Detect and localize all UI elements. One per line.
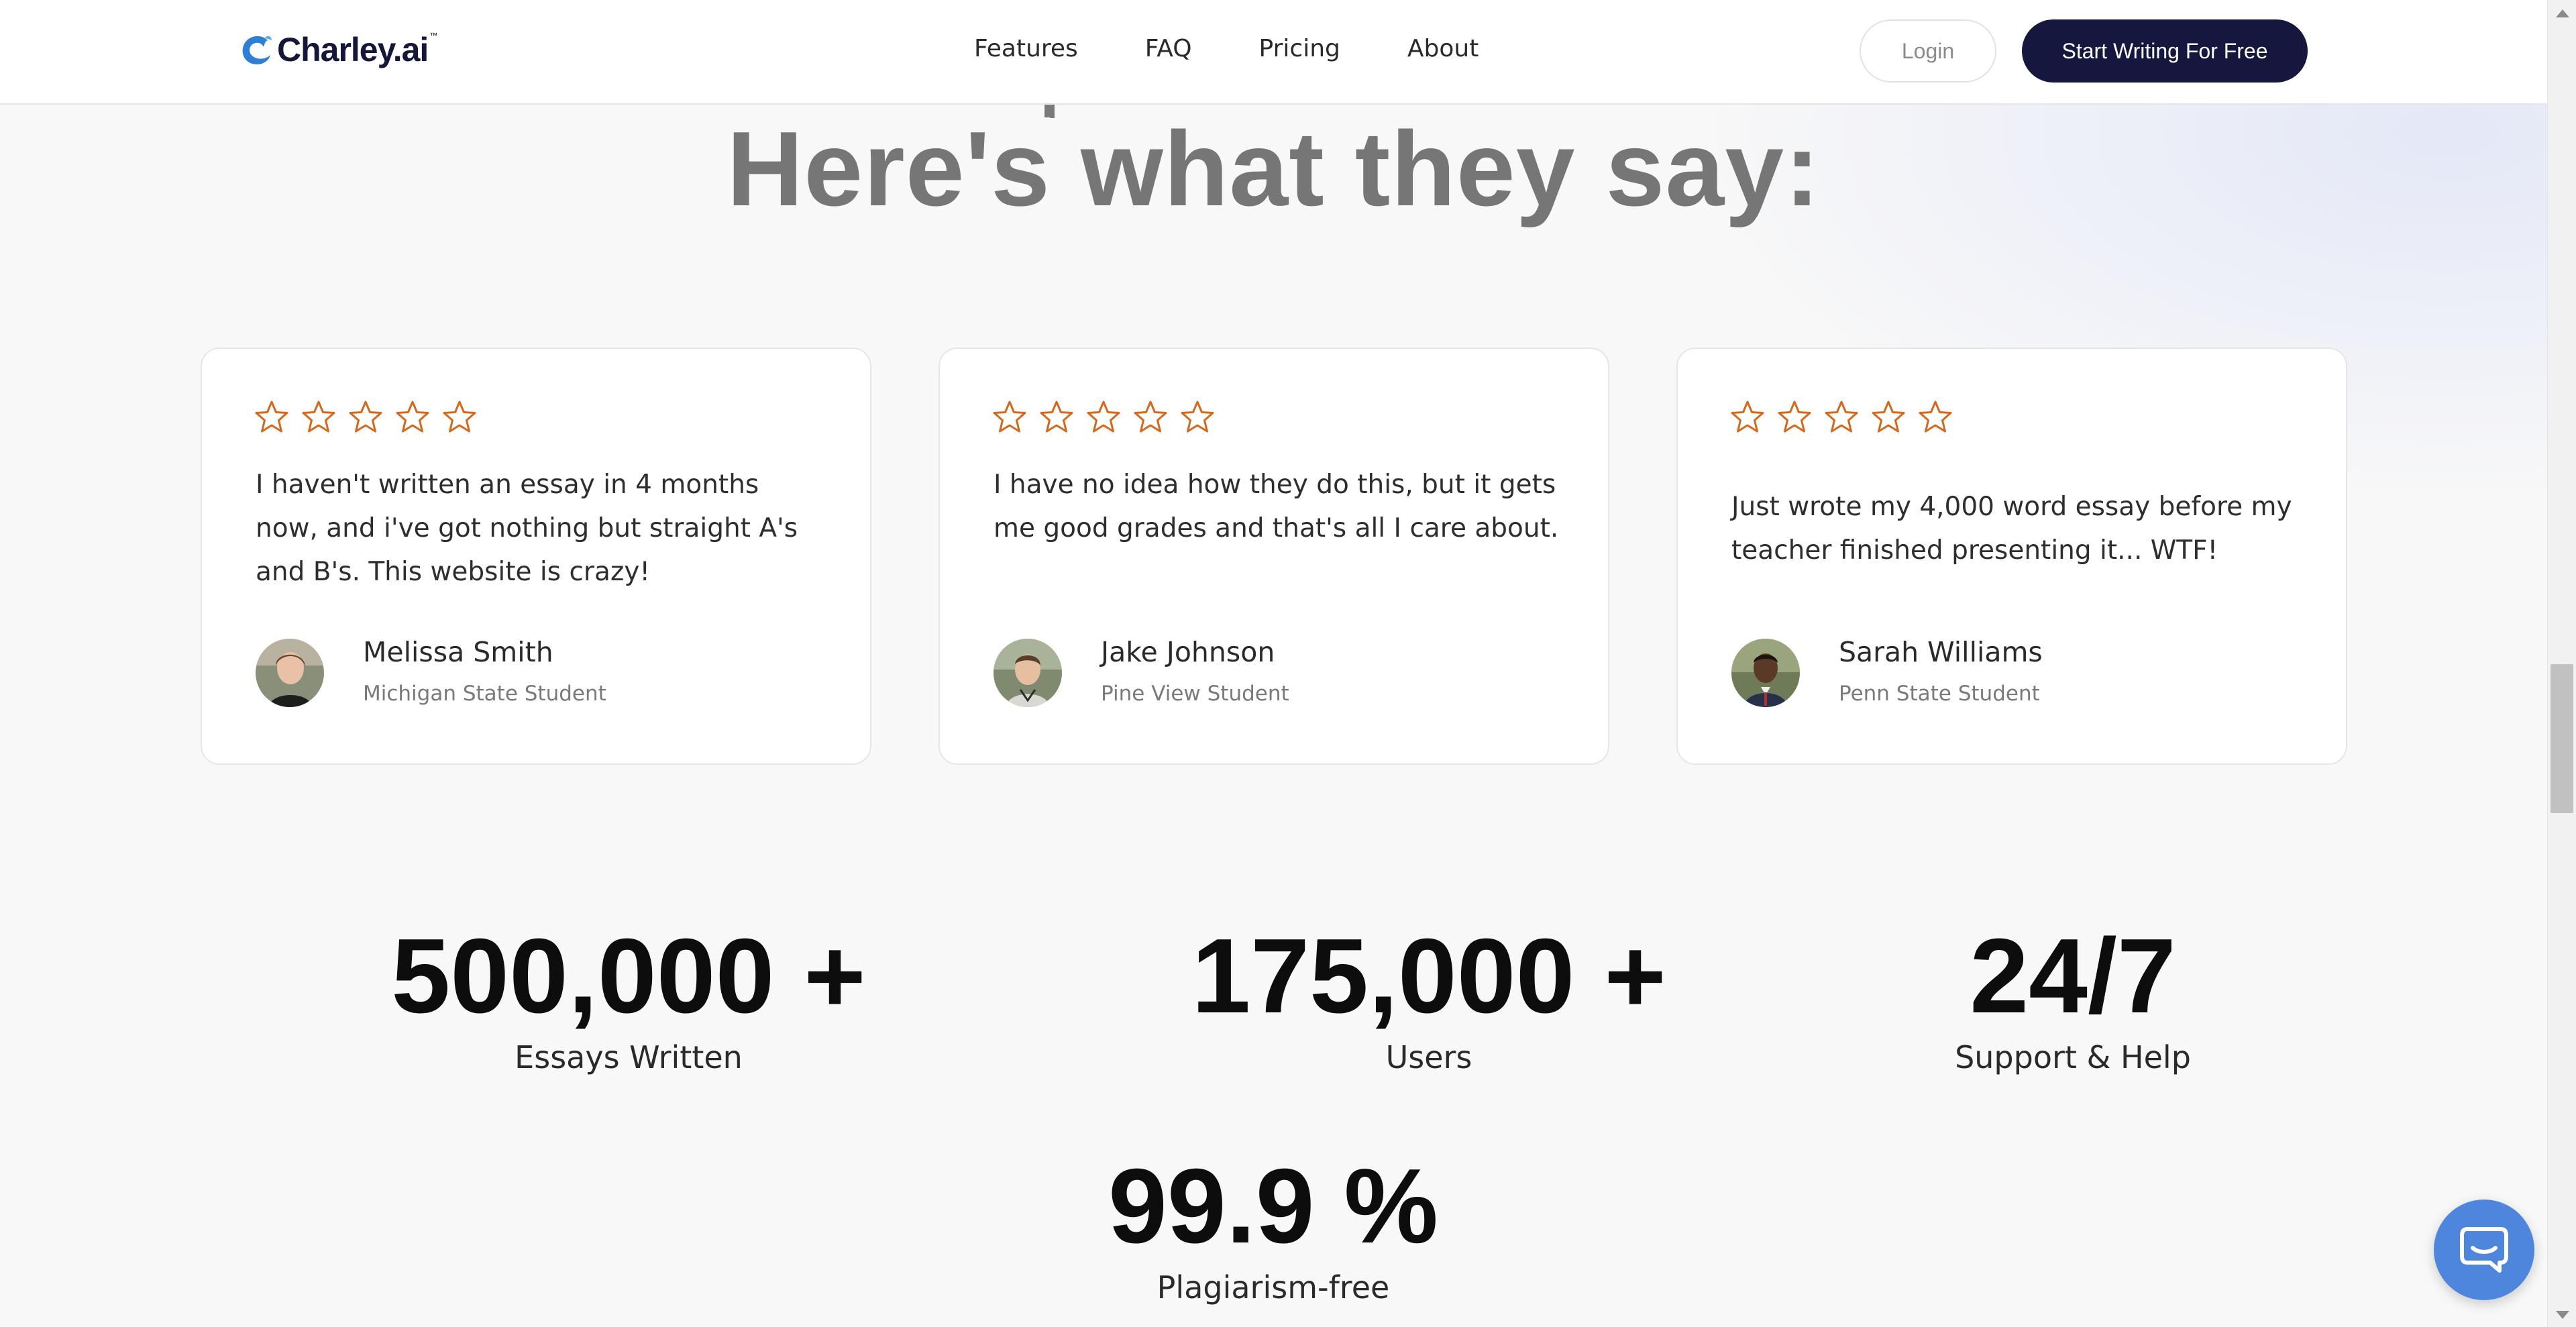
star-outline-icon (1919, 401, 1952, 433)
star-outline-icon (396, 401, 429, 433)
reviewer-name: Melissa Smith (363, 636, 553, 668)
start-writing-button[interactable]: Start Writing For Free (2022, 19, 2308, 83)
star-outline-icon (349, 401, 382, 433)
reviewer-name: Jake Johnson (1101, 636, 1275, 668)
star-outline-icon (255, 401, 288, 433)
nav-features[interactable]: Features (974, 35, 1078, 62)
stat-label: Support & Help (1955, 1039, 2191, 1075)
testimonial-quote: Just wrote my 4,000 word essay before my… (1731, 492, 2292, 566)
star-outline-icon (1731, 401, 1764, 433)
star-outline-icon (993, 401, 1026, 433)
star-outline-icon (1040, 401, 1073, 433)
testimonial-card: I have no idea how they do this, but it … (938, 348, 1609, 765)
star-outline-icon (1825, 401, 1858, 433)
avatar (1731, 639, 1800, 707)
charley-logo[interactable]: Charley.ai ™ (238, 28, 437, 71)
stat-value: 500,000 + (391, 917, 866, 1035)
charley-wave-logo-icon (242, 36, 272, 64)
star-outline-icon (1134, 401, 1167, 433)
stat-value: 175,000 + (1191, 917, 1666, 1035)
star-rating (992, 400, 1227, 435)
testimonial-quote: I haven't written an essay in 4 months n… (256, 470, 798, 587)
stat-essays: 500,000 + Essays Written (293, 919, 964, 1076)
star-rating (254, 400, 489, 435)
star-outline-icon (1181, 401, 1214, 433)
testimonial-card: Just wrote my 4,000 word essay before my… (1676, 348, 2347, 765)
page: Charley.ai ™ Features FAQ Pricing About … (0, 0, 2576, 1327)
star-rating (1730, 400, 1965, 435)
stat-users: 175,000 + Users (1093, 919, 1764, 1076)
logo-trademark: ™ (429, 31, 438, 40)
logo-text: Charley.ai (277, 31, 429, 68)
star-outline-icon (1778, 401, 1811, 433)
stat-label: Users (1385, 1039, 1472, 1075)
scroll-up-arrow-icon[interactable] (2556, 9, 2569, 17)
avatar (994, 639, 1062, 707)
scrollbar-thumb[interactable] (2551, 664, 2573, 813)
reviewer-name: Sarah Williams (1839, 636, 2043, 668)
testimonial-quote: I have no idea how they do this, but it … (994, 470, 1559, 543)
stat-support: 24/7 Support & Help (1805, 919, 2341, 1076)
stat-plagiarism: 99.9 % Plagiarism-free (1005, 1149, 1542, 1306)
chat-bubble-icon (2460, 1227, 2508, 1273)
avatar (256, 639, 324, 707)
star-outline-icon (443, 401, 476, 433)
star-outline-icon (1087, 401, 1120, 433)
site-header: Charley.ai ™ Features FAQ Pricing About … (0, 0, 2547, 105)
reviewer-role: Michigan State Student (363, 682, 606, 706)
reviewer-role: Penn State Student (1839, 682, 2040, 706)
stat-value: 99.9 % (1108, 1147, 1438, 1265)
stat-value: 24/7 (1970, 917, 2176, 1035)
testimonials-heading: Here's what they say: (727, 110, 1821, 228)
star-outline-icon (302, 401, 335, 433)
main-nav: Features FAQ Pricing About (974, 35, 1546, 62)
star-outline-icon (1872, 401, 1905, 433)
scroll-down-arrow-icon[interactable] (2556, 1311, 2569, 1319)
stat-label: Essays Written (515, 1039, 743, 1075)
reviewer-role: Pine View Student (1101, 682, 1289, 706)
nav-faq[interactable]: FAQ (1145, 35, 1192, 62)
vertical-scrollbar[interactable] (2547, 0, 2576, 1327)
chat-button[interactable] (2434, 1200, 2534, 1300)
login-button[interactable]: Login (1860, 19, 1996, 83)
testimonial-card: I haven't written an essay in 4 months n… (201, 348, 871, 765)
nav-about[interactable]: About (1407, 35, 1479, 62)
nav-pricing[interactable]: Pricing (1259, 35, 1340, 62)
stat-label: Plagiarism-free (1157, 1269, 1390, 1306)
